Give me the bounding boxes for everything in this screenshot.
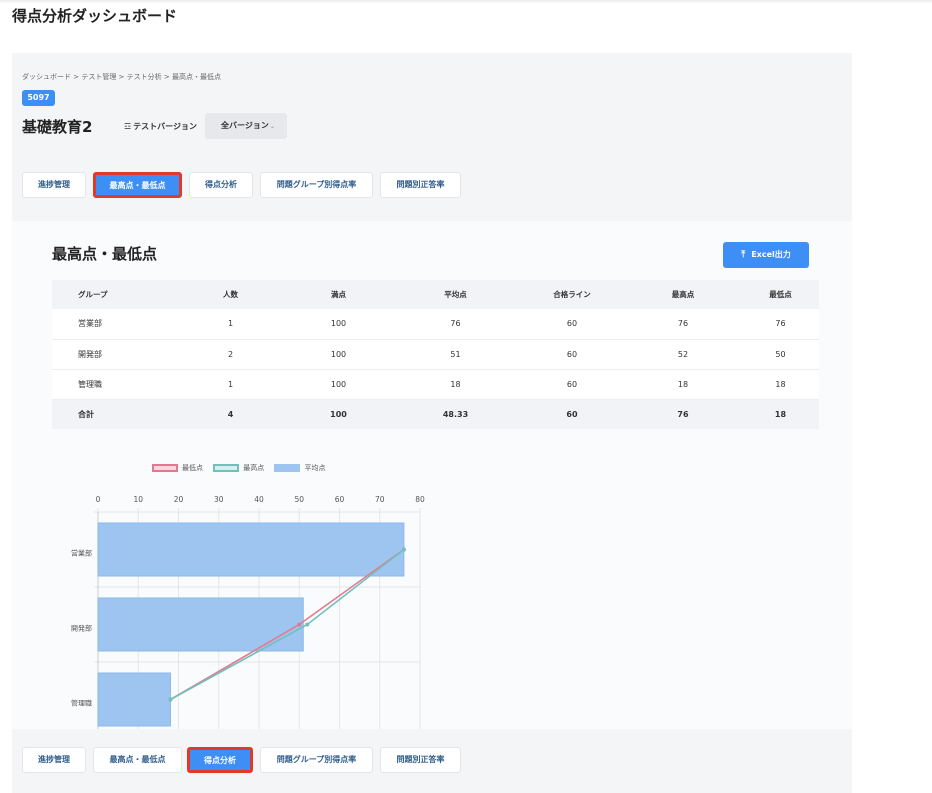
tab-bar-bottom: 進捗管理 最高点・最低点 得点分析 問題グループ別得点率 問題別正答率 [0,747,932,777]
version-label-text: テストバージョン [133,122,198,131]
cell-count: 1 [175,309,286,340]
table-header-row: グループ 人数 満点 平均点 合格ライン 最高点 最低点 [52,280,819,309]
score-chart: 0 10 20 30 40 50 60 70 80 営業部開発部管理職 [71,495,425,729]
cell-full-score: 100 [286,339,391,370]
cell-total-label: 合計 [52,399,175,429]
page-title: 得点分析ダッシュボード [12,7,178,25]
series-point [168,697,173,702]
version-select-value: 全バージョン [221,121,269,130]
cell-total-max: 76 [624,399,742,429]
cell-max: 18 [624,369,742,400]
section-title: 最高点・最低点 [52,245,158,263]
cell-full-score: 100 [286,369,391,400]
version-select[interactable]: 全バージョン⌄ [205,113,287,139]
tab-score-analysis[interactable]: 得点分析 [187,747,253,773]
cell-group: 営業部 [52,309,175,340]
tab-progress[interactable]: 進捗管理 [22,172,86,198]
chevron-down-icon: ⌄ [269,123,275,130]
cell-max: 76 [624,309,742,340]
chart-legend: 最低点 最高点 平均点 [152,463,333,473]
tab-group-score-rate[interactable]: 問題グループ別得点率 [260,172,373,198]
cell-total-average: 48.33 [391,399,520,429]
cell-total-count: 4 [175,399,286,429]
bar-average [97,672,171,727]
top-shadow [0,0,932,4]
cell-full-score: 100 [286,309,391,340]
x-tick-label: 30 [214,495,224,504]
table-row: 開発部 2 100 51 60 52 50 [52,339,819,370]
cell-min: 76 [742,309,819,340]
tab-bar-top: 進捗管理 最高点・最低点 得点分析 問題グループ別得点率 問題別正答率 [0,172,932,202]
y-tick-label: 営業部 [71,549,92,558]
breadcrumb[interactable]: ダッシュボード > テスト管理 > テスト分析 > 最高点・最低点 [22,72,221,82]
legend-swatch-avg [274,464,301,472]
tab-question-accuracy[interactable]: 問題別正答率 [380,172,461,198]
x-tick-label: 40 [254,495,264,504]
score-table: グループ 人数 満点 平均点 合格ライン 最高点 最低点 営業部 1 100 7… [52,280,819,429]
upload-icon: ⤒ [741,250,746,260]
x-tick-label: 80 [415,495,425,504]
cell-group: 開発部 [52,339,175,370]
legend-item-max[interactable]: 最高点 [213,463,264,473]
cell-total-min: 18 [742,399,819,429]
x-tick-label: 60 [335,495,345,504]
header-full-score: 満点 [286,280,391,309]
cell-group: 管理職 [52,369,175,400]
header-group: グループ [52,280,175,309]
cell-max: 52 [624,339,742,370]
x-tick-label: 70 [375,495,385,504]
cell-pass-line: 60 [520,369,624,400]
x-tick-label: 20 [174,495,184,504]
legend-item-min[interactable]: 最低点 [152,463,203,473]
x-tick-label: 0 [96,495,101,504]
x-tick-label: 10 [133,495,143,504]
tab-max-min[interactable]: 最高点・最低点 [93,172,182,198]
tab-group-score-rate[interactable]: 問題グループ別得点率 [260,747,373,773]
cell-count: 2 [175,339,286,370]
version-label: ☲ テストバージョン [124,121,197,132]
series-point [305,622,310,627]
layers-icon: ☲ [124,122,132,131]
series-point [401,547,406,552]
legend-item-avg[interactable]: 平均点 [274,463,325,473]
table-row: 営業部 1 100 76 60 76 76 [52,309,819,340]
header-pass-line: 合格ライン [520,280,624,309]
cell-min: 50 [742,339,819,370]
excel-export-label: Excel出力 [751,250,791,259]
legend-label-min: 最低点 [182,464,203,472]
cell-pass-line: 60 [520,339,624,370]
bar-average [97,522,405,577]
cell-pass-line: 60 [520,309,624,340]
table-total-row: 合計 4 100 48.33 60 76 18 [52,399,819,429]
tab-progress[interactable]: 進捗管理 [22,747,86,773]
excel-export-button[interactable]: ⤒ Excel出力 [723,242,809,268]
x-tick-label: 50 [294,495,304,504]
cell-average: 76 [391,309,520,340]
cell-min: 18 [742,369,819,400]
cell-total-full-score: 100 [286,399,391,429]
header-max: 最高点 [624,280,742,309]
legend-label-avg: 平均点 [304,464,326,472]
tab-question-accuracy[interactable]: 問題別正答率 [380,747,461,773]
course-title: 基礎教育2 [22,118,93,136]
tab-max-min[interactable]: 最高点・最低点 [93,747,182,773]
y-tick-label: 管理職 [71,699,92,708]
y-tick-label: 開発部 [71,624,92,633]
tab-score-analysis[interactable]: 得点分析 [189,172,253,198]
header-min: 最低点 [742,280,819,309]
table-row: 管理職 1 100 18 60 18 18 [52,369,819,400]
header-count: 人数 [175,280,286,309]
legend-label-max: 最高点 [243,464,265,472]
cell-total-pass-line: 60 [520,399,624,429]
legend-swatch-max [213,464,240,472]
cell-count: 1 [175,369,286,400]
legend-swatch-min [152,464,178,472]
header-average: 平均点 [391,280,520,309]
cell-average: 18 [391,369,520,400]
cell-average: 51 [391,339,520,370]
course-id-badge: 5097 [22,90,55,106]
series-point [297,622,302,627]
